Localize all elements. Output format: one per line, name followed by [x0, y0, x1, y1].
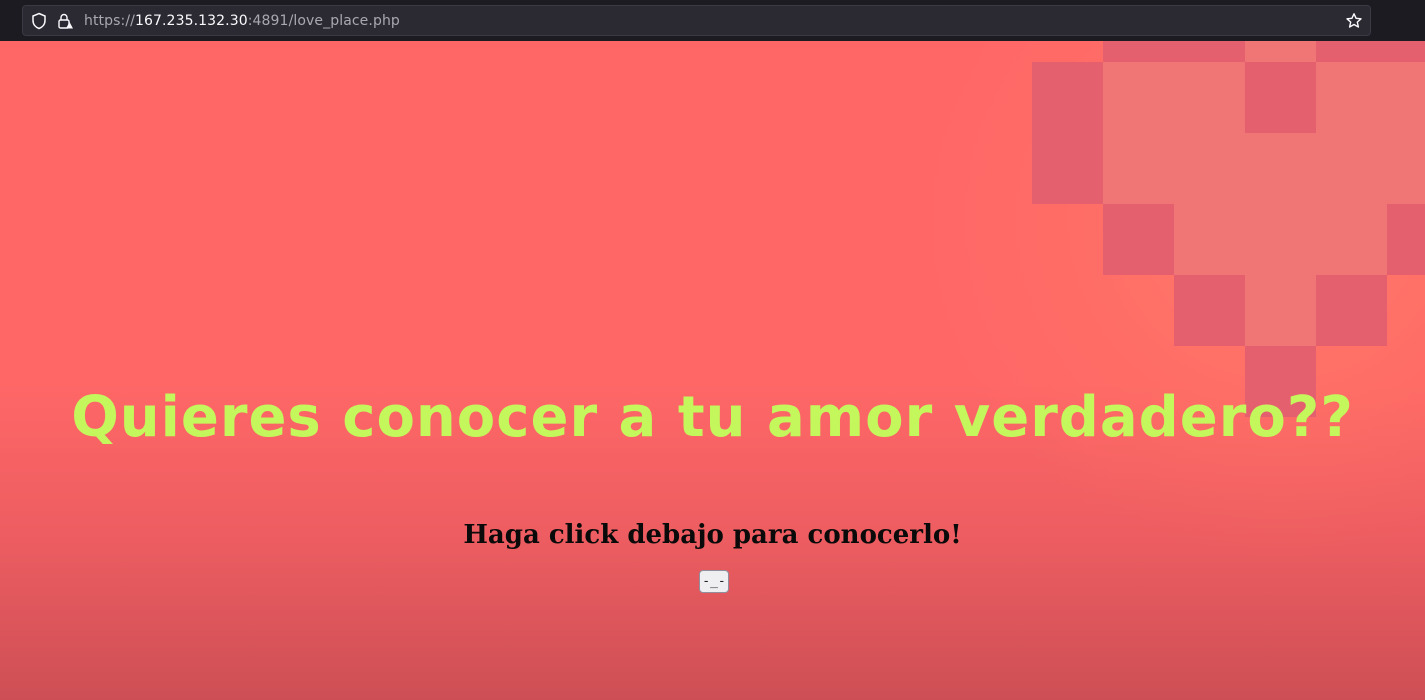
heart-pixel	[1103, 204, 1174, 275]
heart-pixel	[1316, 41, 1425, 62]
lock-warning-icon[interactable]	[56, 12, 74, 30]
shield-icon[interactable]	[30, 12, 48, 30]
url-scheme: https://	[84, 13, 135, 29]
heart-pixel	[1103, 41, 1245, 62]
heart-pixel	[1174, 275, 1245, 346]
heart-pixel	[1103, 133, 1425, 204]
bookmark-star-icon[interactable]	[1345, 12, 1363, 30]
page-content: Quieres conocer a tu amor verdadero?? Ha…	[0, 41, 1425, 700]
page-title: Quieres conocer a tu amor verdadero??	[71, 385, 1354, 450]
url-path: :4891/love_place.php	[247, 13, 400, 29]
browser-toolbar: https://167.235.132.30:4891/love_place.p…	[0, 0, 1425, 41]
pixel-heart-decoration	[0, 41, 1425, 700]
heart-pixel	[1245, 62, 1316, 133]
heart-pixel	[1103, 62, 1245, 133]
url-host: 167.235.132.30	[134, 13, 248, 29]
heart-pixel	[1032, 62, 1103, 204]
reveal-love-button[interactable]: -_-	[699, 570, 729, 593]
heart-pixel	[1316, 275, 1387, 346]
heart-pixel	[1387, 204, 1425, 275]
url-text[interactable]: https://167.235.132.30:4891/love_place.p…	[84, 12, 400, 30]
heart-pixel	[1245, 41, 1316, 62]
heart-pixel	[1174, 204, 1387, 275]
address-bar[interactable]: https://167.235.132.30:4891/love_place.p…	[22, 5, 1371, 36]
heart-pixel	[1316, 62, 1425, 133]
heart-pixel	[1245, 275, 1316, 346]
page-subtitle: Haga click debajo para conocerlo!	[463, 520, 962, 550]
